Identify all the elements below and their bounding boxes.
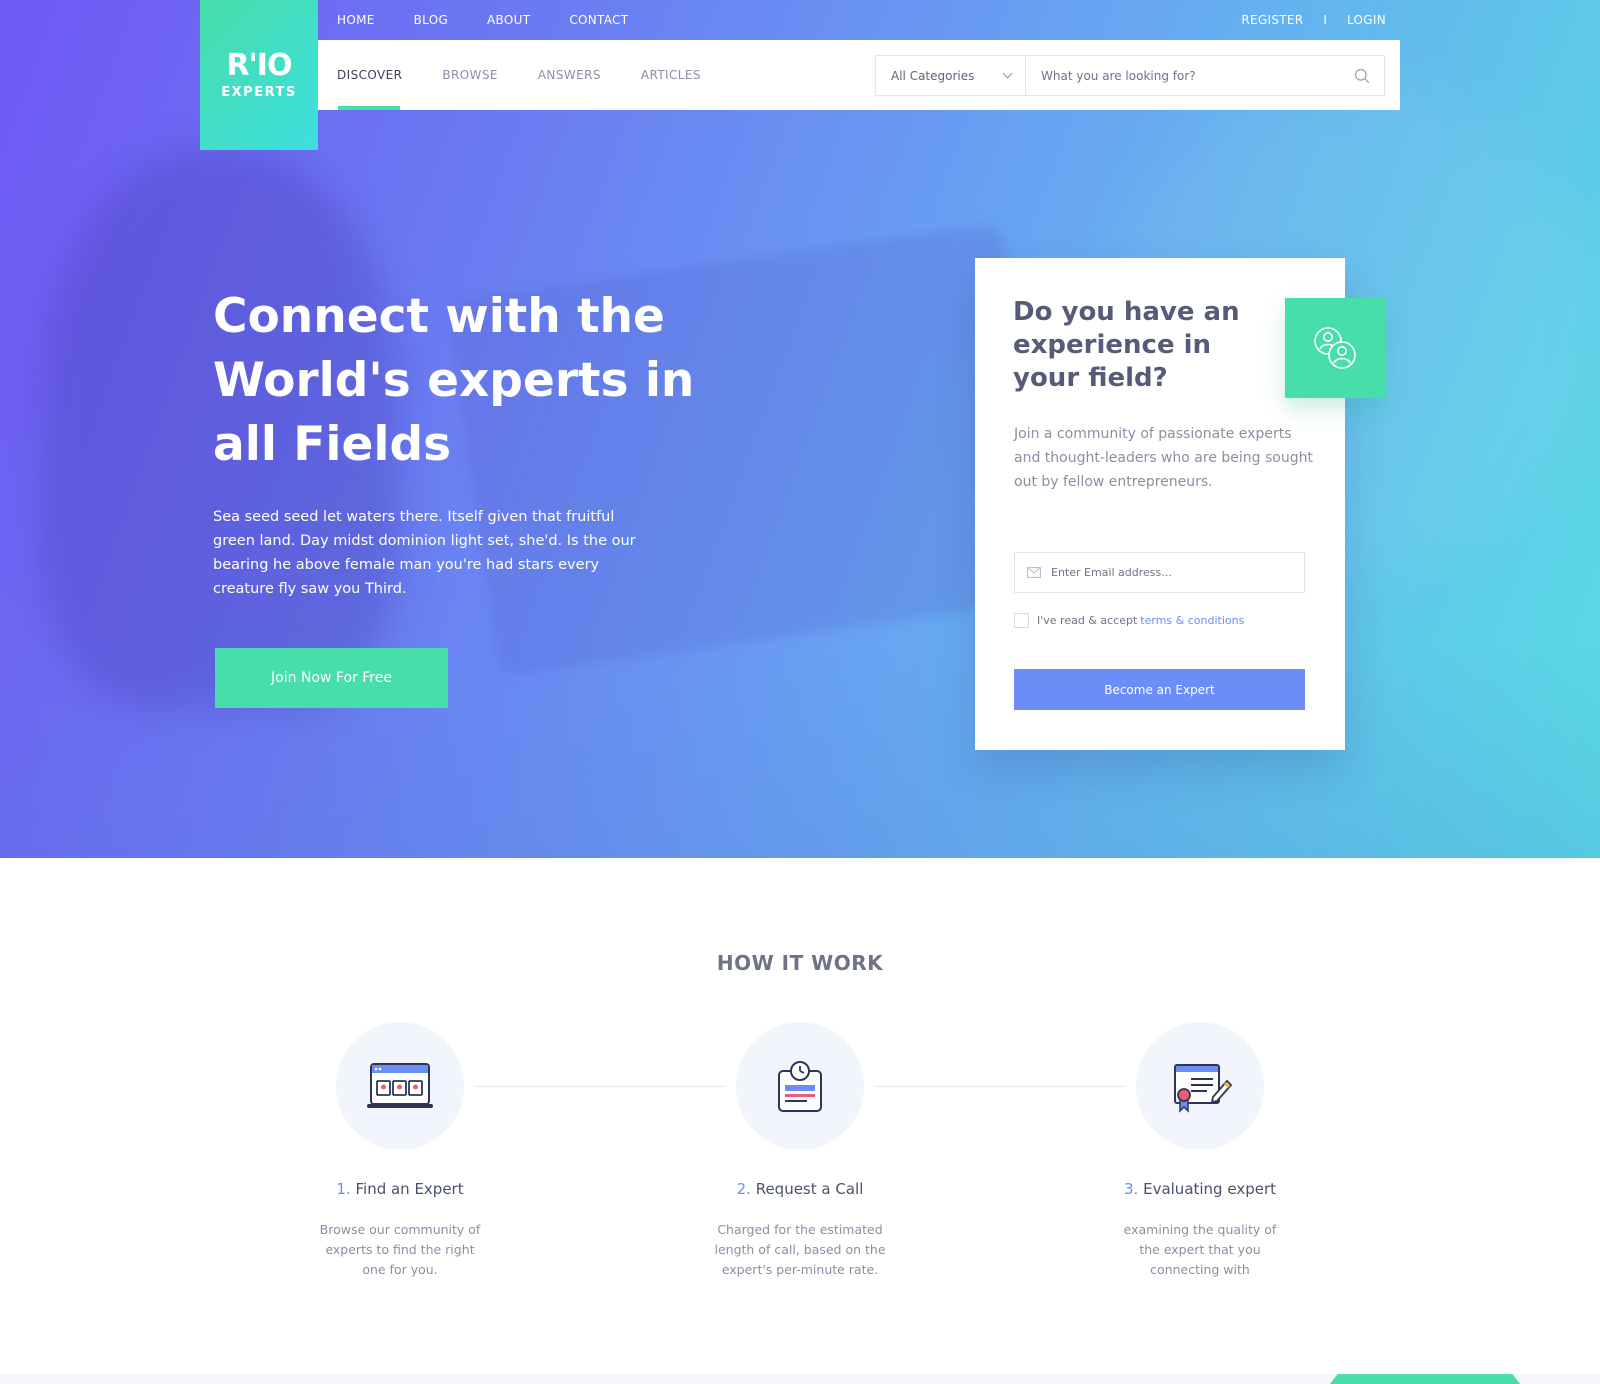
tab-articles[interactable]: ARTICLES bbox=[641, 40, 701, 110]
search-button[interactable] bbox=[1340, 56, 1384, 95]
logo-mark: R'IO bbox=[226, 47, 293, 83]
step-number: 2. bbox=[736, 1180, 751, 1198]
step-icon-circle bbox=[736, 1022, 864, 1150]
tab-discover[interactable]: DISCOVER bbox=[337, 40, 402, 110]
browser-profiles-icon bbox=[367, 1063, 433, 1108]
step-description: examining the quality of the expert that… bbox=[1123, 1222, 1277, 1277]
hero-description: Sea seed seed let waters there. Itself g… bbox=[213, 509, 636, 597]
category-select[interactable]: All Categories bbox=[876, 56, 1026, 95]
terms-checkbox[interactable] bbox=[1014, 613, 1029, 628]
nav-contact-link[interactable]: CONTACT bbox=[569, 13, 628, 27]
step-description: Browse our community of experts to find … bbox=[319, 1222, 481, 1277]
nav-blog-link[interactable]: BLOG bbox=[414, 13, 448, 27]
category-select-value: All Categories bbox=[891, 68, 975, 83]
next-section-tab bbox=[1330, 1374, 1520, 1384]
search-icon bbox=[1354, 68, 1370, 83]
sub-nav-tabs: DISCOVER BROWSE ANSWERS ARTICLES bbox=[337, 40, 741, 110]
step-description: Charged for the estimated length of call… bbox=[714, 1222, 886, 1277]
card-badge bbox=[1285, 298, 1385, 398]
how-it-works-title: HOW IT WORK bbox=[716, 951, 884, 975]
login-link[interactable]: LOGIN bbox=[1347, 13, 1386, 27]
card-title: Do you have an experience in your field? bbox=[1013, 297, 1240, 393]
search-bar: All Categories bbox=[875, 55, 1385, 96]
join-now-button[interactable]: Join Now For Free bbox=[215, 648, 448, 708]
envelope-icon bbox=[1027, 567, 1041, 578]
step-title: 1. Find an Expert bbox=[280, 1180, 520, 1198]
email-input[interactable] bbox=[1051, 553, 1304, 592]
step-icon-circle bbox=[1136, 1022, 1264, 1150]
step-title-text: Request a Call bbox=[755, 1180, 864, 1198]
terms-link[interactable]: terms & conditions bbox=[1140, 614, 1244, 627]
step-find-expert: 1. Find an Expert Browse our community o… bbox=[280, 1022, 520, 1280]
chevron-down-icon bbox=[1002, 68, 1013, 79]
nav-home-link[interactable]: HOME bbox=[337, 13, 375, 27]
nav-about-link[interactable]: ABOUT bbox=[487, 13, 530, 27]
search-input[interactable] bbox=[1026, 56, 1340, 95]
brand-logo[interactable]: R'IO EXPERTS bbox=[200, 0, 318, 150]
card-description: Join a community of passionate experts a… bbox=[1014, 426, 1313, 490]
step-number: 3. bbox=[1124, 1180, 1139, 1198]
tab-browse[interactable]: BROWSE bbox=[442, 40, 497, 110]
terms-row: I've read & accept terms & conditions bbox=[1014, 613, 1244, 628]
tab-answers[interactable]: ANSWERS bbox=[538, 40, 601, 110]
terms-label: I've read & accept bbox=[1037, 614, 1138, 627]
email-field bbox=[1014, 552, 1305, 593]
users-icon bbox=[1314, 327, 1356, 369]
become-expert-card: Do you have an experience in your field?… bbox=[975, 258, 1385, 750]
step-icon-circle bbox=[336, 1022, 464, 1150]
step-request-call: 2. Request a Call Charged for the estima… bbox=[680, 1022, 920, 1280]
hero-title: Connect with the World's experts in all … bbox=[213, 289, 695, 472]
become-expert-button[interactable]: Become an Expert bbox=[1014, 669, 1305, 710]
step-title: 3. Evaluating expert bbox=[1080, 1180, 1320, 1198]
step-title: 2. Request a Call bbox=[680, 1180, 920, 1198]
top-nav: HOME BLOG ABOUT CONTACT REGISTER I LOGIN bbox=[318, 0, 1400, 40]
logo-subtitle: EXPERTS bbox=[221, 84, 297, 100]
step-number: 1. bbox=[336, 1180, 351, 1198]
register-link[interactable]: REGISTER bbox=[1241, 13, 1303, 27]
auth-links: REGISTER I LOGIN bbox=[1241, 0, 1386, 40]
auth-separator: I bbox=[1323, 13, 1327, 27]
clock-card-icon bbox=[778, 1061, 822, 1112]
step-title-text: Find an Expert bbox=[355, 1180, 464, 1198]
step-title-text: Evaluating expert bbox=[1143, 1180, 1276, 1198]
certificate-icon bbox=[1174, 1064, 1233, 1113]
step-evaluate-expert: 3. Evaluating expert examining the quali… bbox=[1080, 1022, 1320, 1280]
sub-nav-bar: DISCOVER BROWSE ANSWERS ARTICLES All Cat… bbox=[318, 40, 1400, 110]
